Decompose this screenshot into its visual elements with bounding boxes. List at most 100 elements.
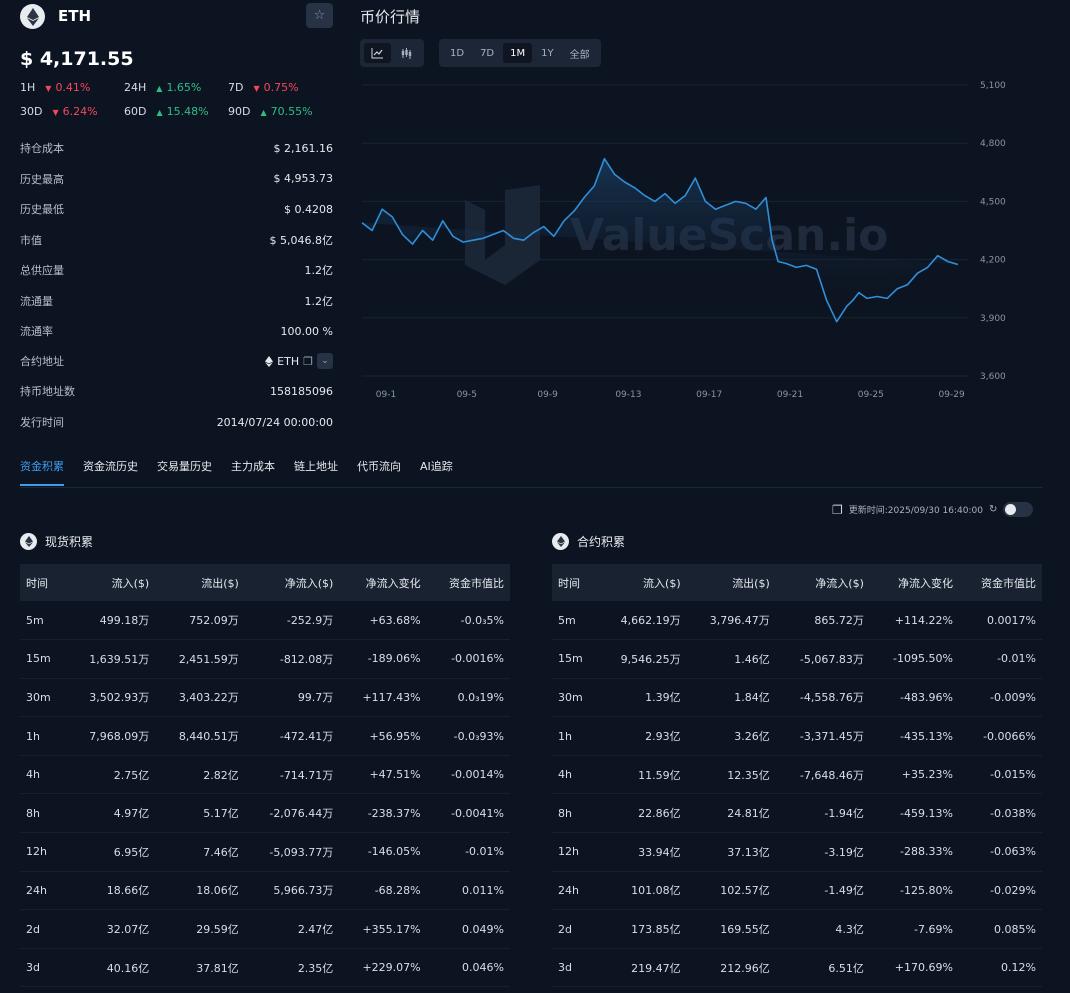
- line-chart-icon[interactable]: [364, 43, 391, 63]
- net-inflow-cell: 4.3亿: [775, 909, 870, 949]
- column-header: 净流入变化: [339, 564, 427, 601]
- auto-refresh-toggle[interactable]: [1003, 502, 1034, 517]
- time-cell: 8h: [552, 793, 598, 834]
- table-row: 15m 1,639.51万 2,451.59万 -812.08万 -189.06% -0.…: [20, 639, 510, 679]
- tab-2[interactable]: 交易量历史: [157, 458, 212, 486]
- column-header: 净流入($): [244, 564, 340, 601]
- copy-icon[interactable]: ❐: [303, 355, 313, 368]
- change-value: 0.75%: [253, 81, 298, 94]
- tab-4[interactable]: 链上地址: [294, 458, 338, 486]
- range-button-0[interactable]: 1D: [443, 43, 471, 63]
- mcap-ratio-cell: -0.0066%: [958, 716, 1042, 756]
- net-change-cell: -1095.50%: [869, 639, 959, 679]
- tab-3[interactable]: 主力成本: [231, 458, 275, 486]
- time-cell: 2d: [552, 909, 598, 949]
- refresh-icon[interactable]: ↻: [989, 504, 997, 515]
- inflow-cell: 6.95亿: [65, 832, 156, 872]
- mcap-ratio-cell: -0.0014%: [426, 755, 510, 795]
- inflow-cell: 2.93亿: [597, 716, 687, 756]
- net-inflow-cell: -3,371.45万: [775, 716, 870, 756]
- column-header: 时间: [552, 564, 598, 601]
- inflow-cell: 1.39亿: [597, 678, 687, 718]
- inflow-cell: 11.59亿: [597, 755, 687, 795]
- inflow-cell: 22.86亿: [597, 793, 687, 834]
- table-row: 4h 11.59亿 12.35亿 -7,648.46万 +35.23% -0.015%: [552, 755, 1042, 795]
- chart-title: 币价行情: [360, 8, 421, 26]
- time-cell: 4h: [552, 755, 598, 795]
- outflow-cell: 102.57亿: [686, 871, 776, 911]
- outflow-cell: 29.59亿: [155, 909, 245, 949]
- tab-0[interactable]: 资金积累: [20, 458, 64, 486]
- price-line-chart: 5,1004,8004,5004,2003,9003,600ValueScan.…: [361, 81, 1006, 400]
- change-value: 0.41%: [45, 81, 90, 94]
- column-header: 流入($): [65, 564, 156, 601]
- tab-5[interactable]: 代币流向: [357, 458, 401, 486]
- eth-logo-icon: [552, 533, 569, 550]
- net-inflow-cell: -7,648.46万: [775, 755, 870, 795]
- inflow-cell: 3,502.93万: [65, 678, 156, 718]
- table-row: 8h 4.97亿 5.17亿 -2,076.44万 -238.37% -0.0041%: [20, 793, 510, 834]
- change-value: 70.55%: [260, 105, 312, 118]
- tab-1[interactable]: 资金流历史: [83, 458, 138, 486]
- table-row: 5m 499.18万 752.09万 -252.9万 +63.68% -0.0₃5%: [20, 601, 510, 641]
- outflow-cell: 3,403.22万: [155, 678, 245, 718]
- table-row: 30m 1.39亿 1.84亿 -4,558.76万 -483.96% -0.009%: [552, 678, 1042, 718]
- range-button-3[interactable]: 1Y: [534, 43, 560, 63]
- range-button-1[interactable]: 7D: [473, 43, 501, 63]
- mcap-ratio-cell: -0.01%: [426, 832, 510, 872]
- mcap-ratio-cell: -0.0₃5%: [426, 601, 510, 641]
- time-cell: 24h: [552, 871, 598, 911]
- inflow-cell: 33.94亿: [597, 832, 687, 872]
- net-change-cell: +35.23%: [869, 755, 959, 795]
- inflow-cell: 1,639.51万: [65, 639, 156, 679]
- mcap-ratio-cell: -0.0₃93%: [426, 716, 510, 756]
- mcap-ratio-cell: 0.12%: [958, 948, 1042, 988]
- info-row: 流通量 1.2亿: [20, 291, 333, 311]
- y-tick-label: 4,500: [980, 197, 1006, 207]
- table-row: 1h 2.93亿 3.26亿 -3,371.45万 -435.13% -0.0066%: [552, 716, 1042, 756]
- time-cell: 3d: [20, 948, 66, 988]
- mcap-ratio-cell: 0.046%: [426, 948, 510, 988]
- info-row: 历史最高 $ 4,953.73: [20, 169, 333, 189]
- outflow-cell: 1.84亿: [686, 678, 776, 718]
- net-inflow-cell: -1.49亿: [775, 871, 870, 911]
- time-cell: 1h: [552, 716, 598, 756]
- candlestick-icon[interactable]: [393, 43, 420, 63]
- table-row: 24h 101.08亿 102.57亿 -1.49亿 -125.80% -0.029%: [552, 871, 1042, 911]
- mcap-ratio-cell: 0.0₃19%: [426, 678, 510, 718]
- inflow-cell: 4,662.19万: [597, 601, 687, 641]
- net-change-cell: +229.07%: [339, 948, 427, 988]
- issue-time-value: 2014/07/24 00:00:00: [216, 415, 333, 429]
- outflow-cell: 2,451.59万: [155, 639, 245, 679]
- info-label: 持仓成本: [20, 142, 64, 155]
- net-change-cell: +170.69%: [869, 948, 959, 988]
- info-value: 1.2亿: [304, 264, 334, 277]
- range-button-4[interactable]: 全部: [563, 43, 597, 63]
- futures-title: 合约积累: [577, 535, 626, 549]
- mcap-ratio-cell: 0.085%: [958, 909, 1042, 949]
- holders-value: 158185096: [270, 384, 333, 398]
- table-row: 4h 2.75亿 2.82亿 -714.71万 +47.51% -0.0014%: [20, 755, 510, 795]
- outflow-cell: 212.96亿: [686, 948, 776, 988]
- y-tick-label: 4,200: [980, 256, 1006, 266]
- issue-time-label: 发行时间: [20, 416, 64, 429]
- chevron-down-icon[interactable]: ⌄: [317, 353, 333, 369]
- tab-6[interactable]: AI追踪: [420, 458, 453, 486]
- update-bar: ❐ 更新时间:2025/09/30 16:40:00 ↻: [832, 502, 1034, 517]
- change-period: 1H: [20, 81, 36, 94]
- x-tick-label: 09-13: [615, 390, 641, 400]
- current-price: $ 4,171.55: [20, 48, 134, 70]
- net-change-cell: +56.95%: [339, 716, 427, 756]
- time-cell: 2d: [20, 909, 66, 949]
- net-change-cell: -125.80%: [869, 871, 959, 911]
- x-tick-label: 09-17: [696, 390, 722, 400]
- favorite-star-icon[interactable]: ☆: [306, 3, 333, 28]
- info-label: 流通率: [20, 325, 53, 338]
- column-header: 资金市值比: [958, 564, 1042, 601]
- net-inflow-cell: -4,558.76万: [775, 678, 870, 718]
- range-button-2[interactable]: 1M: [503, 43, 533, 63]
- net-inflow-cell: -472.41万: [244, 716, 340, 756]
- copy-icon[interactable]: ❐: [832, 503, 843, 517]
- net-inflow-cell: 2.47亿: [244, 909, 340, 949]
- info-label: 流通量: [20, 294, 53, 308]
